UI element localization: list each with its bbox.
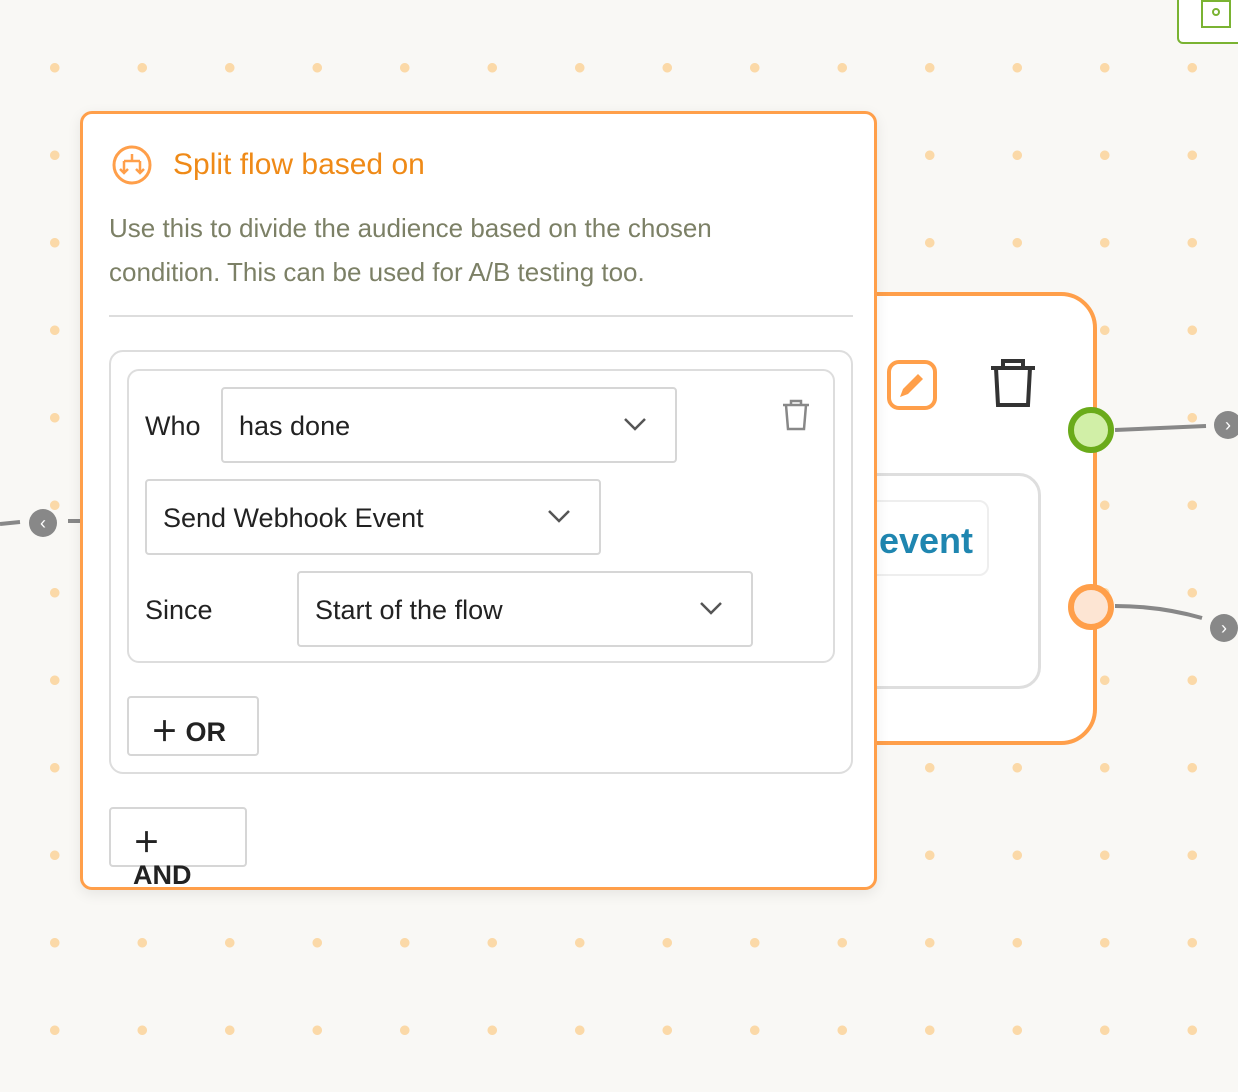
since-label: Since xyxy=(145,595,213,625)
who-select-value: has done xyxy=(239,411,351,441)
who-label: Who xyxy=(145,411,201,441)
and-label: AND xyxy=(133,860,192,890)
split-flow-panel: Split flow based on Use this to divide t… xyxy=(80,111,877,890)
add-or-button[interactable]: ＋ OR xyxy=(127,696,259,756)
event-select[interactable]: Send Webhook Event xyxy=(145,479,601,555)
edit-icon[interactable] xyxy=(887,360,937,410)
since-select[interactable]: Start of the flow xyxy=(297,571,753,647)
event-select-value: Send Webhook Event xyxy=(163,503,424,533)
add-and-button[interactable]: ＋ AND xyxy=(109,807,247,890)
panel-title: Split flow based on xyxy=(173,148,425,181)
chevron-down-icon xyxy=(700,602,722,615)
divider xyxy=(109,315,853,317)
yes-port[interactable] xyxy=(1068,407,1114,453)
or-label: OR xyxy=(185,717,227,747)
delete-condition-icon[interactable] xyxy=(781,399,811,431)
no-arrow-button[interactable]: › xyxy=(1210,614,1238,642)
condition-row: Who has done Send Webhook Event Since St… xyxy=(127,369,835,663)
delete-node-icon[interactable] xyxy=(988,358,1038,408)
no-port[interactable] xyxy=(1068,584,1114,630)
yes-arrow-button[interactable]: › xyxy=(1214,411,1238,439)
chevron-down-icon xyxy=(624,418,646,431)
chevron-down-icon xyxy=(548,510,570,523)
who-select[interactable]: has done xyxy=(221,387,677,463)
split-icon xyxy=(112,145,152,185)
incoming-arrow-button[interactable]: ‹ xyxy=(29,509,57,537)
or-group: Who has done Send Webhook Event Since St… xyxy=(109,350,853,774)
plus-icon: ＋ xyxy=(151,717,178,747)
plus-icon: ＋ xyxy=(133,828,160,858)
since-select-value: Start of the flow xyxy=(315,595,503,625)
panel-description: Use this to divide the audience based on… xyxy=(109,213,712,287)
